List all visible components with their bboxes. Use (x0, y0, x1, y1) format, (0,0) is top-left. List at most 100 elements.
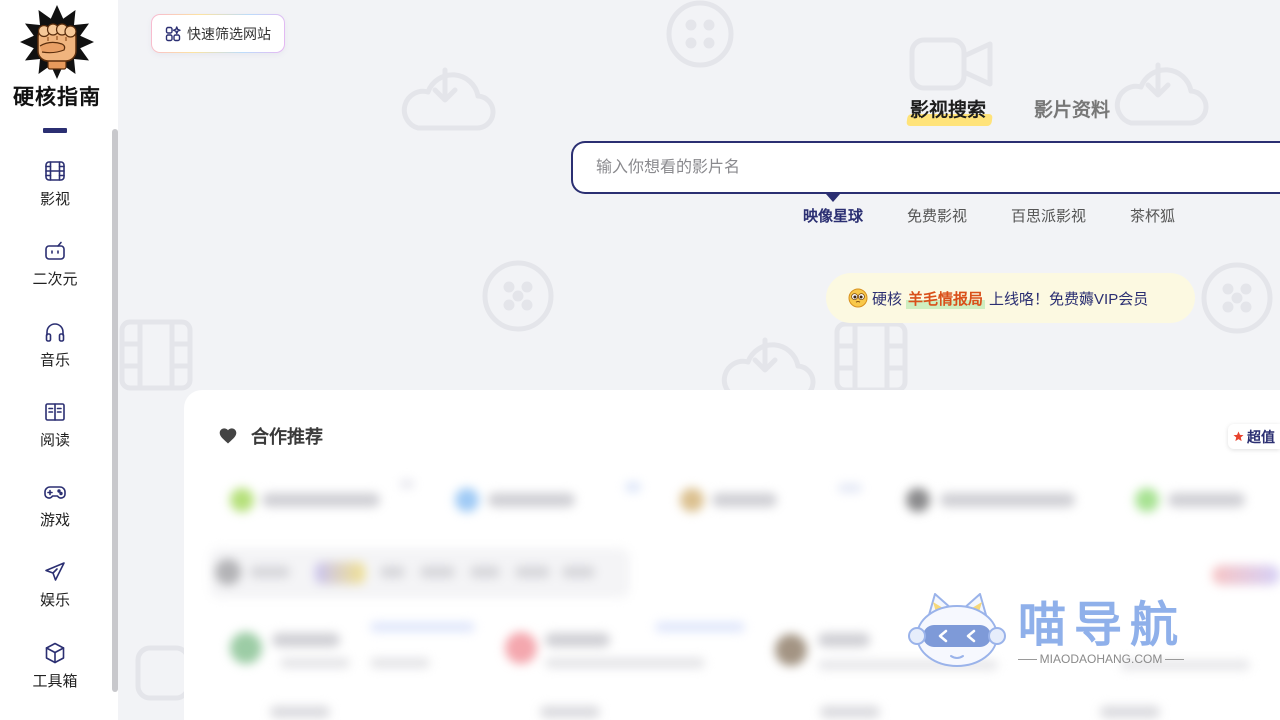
paper-plane-icon (45, 562, 65, 581)
blurred-category-chip[interactable] (380, 566, 405, 578)
source-option[interactable]: 百思派影视 (1011, 207, 1086, 227)
blurred-site-name[interactable] (820, 706, 880, 718)
sidebar-scrollbar[interactable] (112, 129, 118, 692)
blurred-site-icon[interactable] (775, 634, 807, 666)
sidebar-item-label: 影视 (39, 191, 70, 208)
value-tag-label: 超值 (1247, 428, 1275, 445)
source-option[interactable]: 茶杯狐 (1130, 207, 1175, 227)
bg-film-reel-icon (1201, 262, 1273, 334)
blurred-site-name[interactable] (488, 493, 575, 507)
watermark-cat-logo (908, 593, 1006, 667)
blurred-site-icon[interactable] (680, 488, 704, 512)
tab-video-search[interactable]: 影视搜索 (910, 98, 986, 124)
search-input[interactable] (573, 143, 1280, 192)
heart-icon (219, 428, 237, 444)
blurred-category-chip[interactable] (420, 566, 455, 578)
bg-film-strip-icon (119, 319, 193, 391)
recommend-title: 合作推荐 (251, 427, 323, 447)
blurred-site-name[interactable] (1168, 493, 1245, 507)
box-icon (45, 642, 65, 664)
sidebar-item-label: 工具箱 (32, 673, 78, 690)
blurred-mark (400, 480, 414, 488)
nav-active-indicator (43, 128, 67, 133)
bg-film-reel-icon (482, 260, 554, 332)
watermark-domain-row: MIAODAOHANG.COM (1018, 651, 1185, 667)
announcement-suffix: 上线咯！免费薅VIP会员 (989, 290, 1149, 308)
watermark-line (1165, 658, 1185, 660)
blurred-site-name[interactable] (1100, 706, 1160, 718)
blurred-site-icon[interactable] (906, 488, 930, 512)
sidebar-item-label: 音乐 (39, 352, 70, 369)
blurred-badge (655, 622, 745, 632)
film-icon (45, 161, 65, 181)
recommend-card: 合作推荐 超值 (184, 390, 1280, 720)
quick-filter-label: 快速筛选网站 (187, 25, 271, 42)
blurred-site-name[interactable] (818, 633, 870, 647)
blurred-badge (370, 622, 475, 632)
sidebar-item-label: 阅读 (39, 432, 70, 449)
watermark-line (1018, 658, 1037, 660)
sidebar-item-anime[interactable]: 二次元 (0, 239, 110, 295)
blurred-category-chip[interactable] (470, 566, 500, 578)
blurred-site-desc (370, 658, 430, 668)
sidebar-item-label: 娱乐 (39, 592, 70, 609)
headphones-icon (45, 323, 65, 342)
recommend-header: 合作推荐 (218, 424, 323, 448)
blurred-site-icon[interactable] (505, 632, 537, 664)
blurred-site-name[interactable] (940, 493, 1075, 507)
blurred-site-name[interactable] (270, 706, 330, 718)
sidebar-item-toolbox[interactable]: 工具箱 (0, 641, 110, 697)
blurred-category-chip[interactable] (515, 566, 550, 578)
blurred-site-icon[interactable] (455, 488, 479, 512)
sidebar-item-video[interactable]: 影视 (0, 159, 110, 215)
blurred-mark (625, 482, 641, 492)
announcement-prefix: 硬核 (872, 290, 903, 308)
blurred-mark (838, 484, 862, 492)
blurred-site-icon[interactable] (230, 632, 262, 664)
sidebar: 硬核指南 影视 二次元 音乐 阅读 游戏 娱乐 工具箱 (0, 0, 118, 720)
sidebar-item-reading[interactable]: 阅读 (0, 400, 110, 456)
bg-camera-icon (909, 37, 993, 91)
bg-film-reel-icon (666, 0, 734, 68)
quick-filter-button[interactable]: 快速筛选网站 (151, 14, 285, 53)
search-source-list: 映像星球 免费影视 百思派影视 茶杯狐 (803, 207, 1175, 227)
blurred-site-name[interactable] (545, 633, 610, 647)
blurred-site-icon[interactable] (1135, 488, 1159, 512)
blurred-site-desc (280, 658, 350, 668)
blurred-site-name[interactable] (712, 493, 777, 507)
blurred-site-name[interactable] (540, 706, 600, 718)
blurred-site-name[interactable] (262, 493, 380, 507)
blurred-site-icon[interactable] (230, 488, 254, 512)
sidebar-item-entertainment[interactable]: 娱乐 (0, 560, 110, 616)
bg-tv-icon (135, 645, 191, 701)
pleading-face-icon (848, 288, 868, 308)
book-icon (45, 403, 65, 421)
sidebar-item-music[interactable]: 音乐 (0, 320, 110, 376)
blurred-badge[interactable] (1212, 565, 1280, 585)
gamepad-icon (44, 486, 66, 499)
source-option[interactable]: 映像星球 (803, 207, 863, 227)
blurred-category-icon[interactable] (215, 559, 241, 585)
announcement-banner[interactable]: 硬核 羊毛情报局 上线咯！免费薅VIP会员 (826, 273, 1195, 323)
blurred-site-desc (545, 658, 705, 668)
value-tag[interactable]: 超值 (1228, 424, 1280, 449)
fist-logo-icon[interactable] (18, 4, 96, 80)
bg-cloud-download-icon (1114, 62, 1209, 126)
tab-film-info[interactable]: 影片资料 (1034, 98, 1110, 124)
bg-cloud-download-icon (401, 67, 496, 131)
blurred-category-chip[interactable] (315, 562, 365, 584)
tv-icon (45, 241, 65, 260)
watermark-domain: MIAODAOHANG.COM (1039, 652, 1163, 666)
blurred-site-name[interactable] (272, 633, 340, 647)
blurred-site-grid (184, 470, 1280, 720)
blurred-category-chip[interactable] (250, 566, 290, 578)
sidebar-item-games[interactable]: 游戏 (0, 480, 110, 536)
sidebar-item-label: 游戏 (39, 512, 70, 529)
source-option[interactable]: 免费影视 (907, 207, 967, 227)
search-box (571, 141, 1280, 194)
star-icon (1233, 431, 1244, 442)
blurred-category-chip[interactable] (562, 566, 595, 578)
brand-name[interactable]: 硬核指南 (0, 84, 114, 112)
announcement-highlight: 羊毛情报局 (906, 287, 986, 309)
sidebar-item-label: 二次元 (32, 271, 78, 288)
